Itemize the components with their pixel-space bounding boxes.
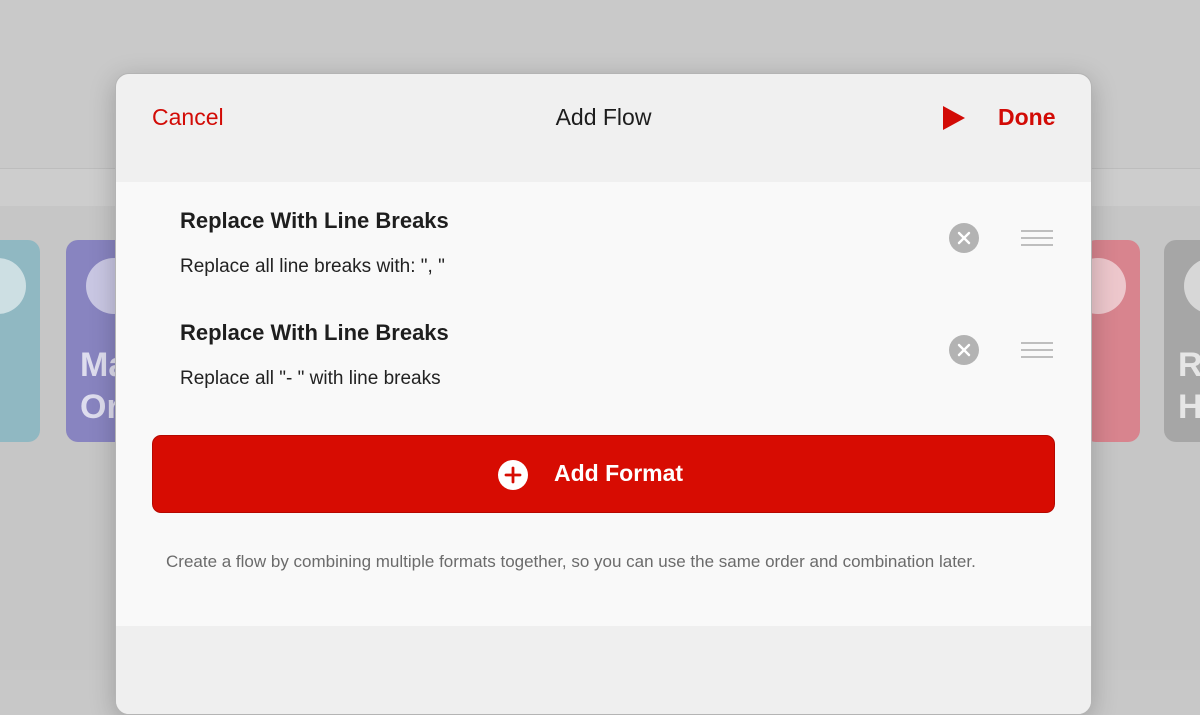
sheet-bottom-area bbox=[116, 626, 1091, 714]
step-description: Replace all "- " with line breaks bbox=[180, 368, 441, 389]
sheet-header: Cancel Add Flow Done bbox=[116, 74, 1091, 181]
background-tile: R H bbox=[1164, 240, 1200, 442]
add-format-label: Add Format bbox=[554, 460, 684, 486]
drag-handle-icon[interactable] bbox=[1021, 341, 1053, 359]
remove-icon[interactable] bbox=[949, 335, 979, 365]
step-title: Replace With Line Breaks bbox=[180, 320, 449, 345]
drag-handle-icon[interactable] bbox=[1021, 229, 1053, 247]
plus-circle-icon bbox=[498, 460, 528, 490]
play-icon[interactable] bbox=[940, 104, 968, 132]
background-tile bbox=[1084, 240, 1140, 442]
tile-label: R H bbox=[1178, 346, 1200, 426]
background-tile bbox=[0, 240, 40, 442]
help-text: Create a flow by combining multiple form… bbox=[166, 552, 976, 571]
step-description: Replace all line breaks with: ", " bbox=[180, 256, 445, 277]
flow-steps-list: Replace With Line Breaks Replace all lin… bbox=[116, 182, 1091, 626]
tile-icon bbox=[1184, 258, 1200, 314]
done-button[interactable]: Done bbox=[998, 104, 1056, 131]
step-title: Replace With Line Breaks bbox=[180, 208, 449, 233]
remove-icon[interactable] bbox=[949, 223, 979, 253]
add-flow-sheet: Cancel Add Flow Done Replace With Line B… bbox=[115, 73, 1092, 715]
list-item: Replace With Line Breaks Replace all lin… bbox=[116, 182, 1091, 294]
list-item: Replace With Line Breaks Replace all "- … bbox=[116, 294, 1091, 406]
tile-icon bbox=[0, 258, 26, 314]
add-format-button[interactable]: Add Format bbox=[152, 435, 1055, 513]
